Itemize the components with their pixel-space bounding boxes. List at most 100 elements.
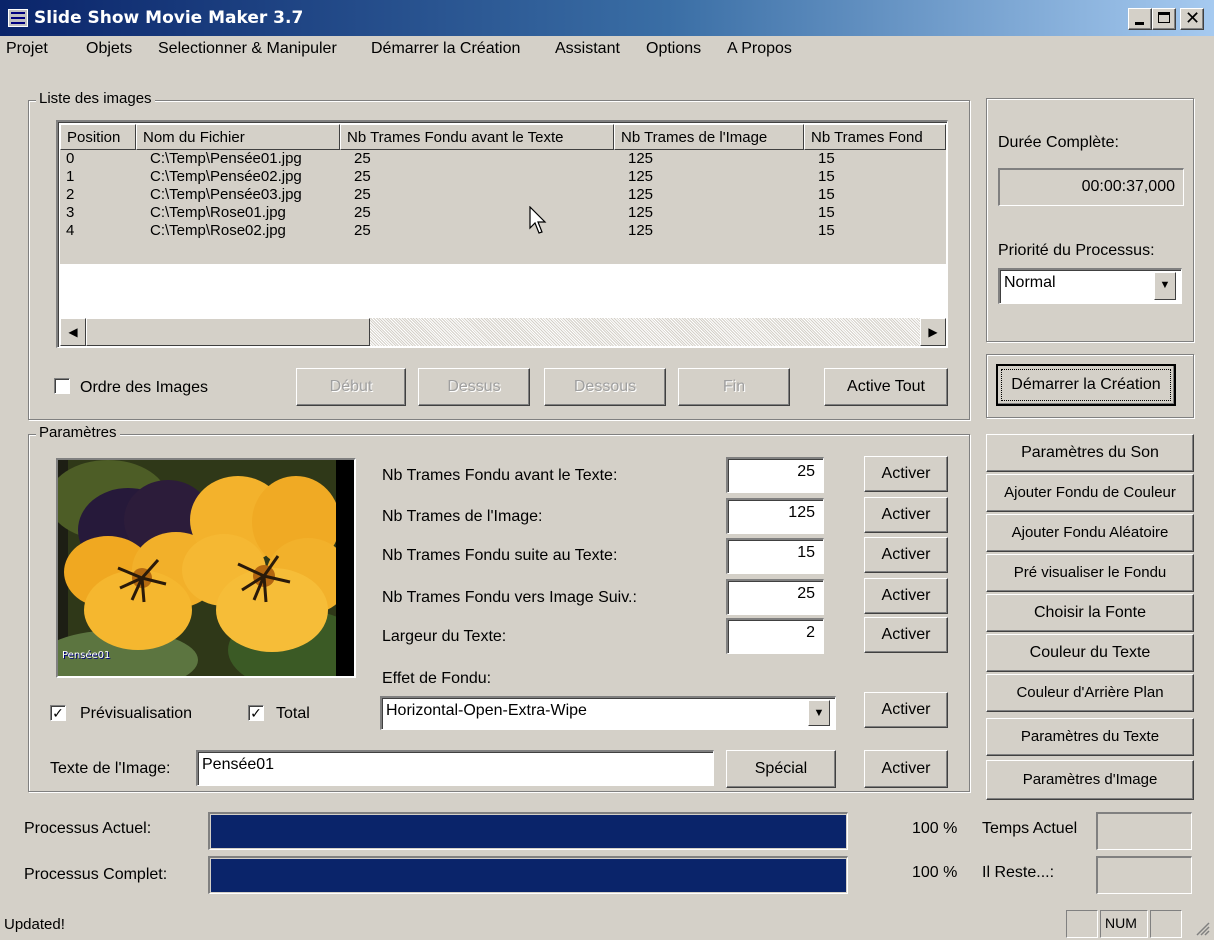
time-current-label: Temps Actuel <box>982 820 1078 837</box>
column-header-fade-after[interactable]: Nb Trames Fond <box>804 124 946 150</box>
table-row[interactable]: 3 C:\Temp\Rose01.jpg 25 125 15 <box>60 204 946 222</box>
column-header-image-frames[interactable]: Nb Trames de l'Image <box>614 124 804 150</box>
menu-selectionner[interactable]: Selectionner & Manipuler <box>158 40 337 58</box>
effect-select[interactable]: Horizontal-Open-Extra-Wipe <box>380 696 836 730</box>
fade-before-input[interactable]: 25 <box>726 457 824 493</box>
cell-image-frames: 125 <box>628 222 654 239</box>
scroll-thumb[interactable] <box>86 318 370 346</box>
title-bar[interactable]: Slide Show Movie Maker 3.7 ✕ <box>0 0 1214 36</box>
add-color-fade-button[interactable]: Ajouter Fondu de Couleur <box>986 474 1194 512</box>
cell-fade-before: 25 <box>354 222 371 239</box>
scroll-right-icon[interactable]: ▶ <box>920 318 946 346</box>
fade-next-input[interactable]: 25 <box>726 579 824 615</box>
image-frames-activate-button[interactable]: Activer <box>864 497 948 533</box>
fade-after-activate-button[interactable]: Activer <box>864 537 948 573</box>
cell-image-frames: 125 <box>628 186 654 203</box>
add-random-fade-button[interactable]: Ajouter Fondu Aléatoire <box>986 514 1194 552</box>
text-width-activate-button[interactable]: Activer <box>864 617 948 653</box>
cell-filename: C:\Temp\Pensée03.jpg <box>150 186 302 203</box>
preview-fade-button[interactable]: Pré visualiser le Fondu <box>986 554 1194 592</box>
text-width-label: Largeur du Texte: <box>382 628 507 645</box>
total-checkbox[interactable]: ✓ <box>248 705 264 721</box>
cell-image-frames: 125 <box>628 150 654 167</box>
image-text-label: Texte de l'Image: <box>50 760 171 777</box>
fin-button[interactable]: Fin <box>678 368 790 406</box>
cell-position: 4 <box>66 222 75 239</box>
preview-checkbox[interactable]: ✓ <box>50 705 66 721</box>
maximize-button[interactable] <box>1152 8 1176 30</box>
fade-after-input[interactable]: 15 <box>726 538 824 574</box>
time-remaining-label: Il Reste...: <box>982 864 1055 881</box>
priority-label: Priorité du Processus: <box>998 242 1155 259</box>
status-panel-scroll <box>1150 910 1182 938</box>
table-row[interactable]: 0 C:\Temp\Pensée01.jpg 25 125 15 <box>60 150 946 168</box>
cell-image-frames: 125 <box>628 168 654 185</box>
image-text-input[interactable]: Pensée01 <box>196 750 714 786</box>
close-button[interactable]: ✕ <box>1180 8 1204 30</box>
choose-font-button[interactable]: Choisir la Fonte <box>986 594 1194 632</box>
cell-fade-before: 25 <box>354 168 371 185</box>
app-icon[interactable] <box>8 9 28 27</box>
cell-fade-before: 25 <box>354 186 371 203</box>
resize-grip-icon[interactable] <box>1194 920 1210 936</box>
menu-options[interactable]: Options <box>646 40 701 58</box>
table-row[interactable]: 4 C:\Temp\Rose02.jpg 25 125 15 <box>60 222 946 240</box>
start-creation-button[interactable]: Démarrer la Création <box>996 364 1176 406</box>
close-icon: ✕ <box>1185 8 1201 28</box>
table-row[interactable]: 2 C:\Temp\Pensée03.jpg 25 125 15 <box>60 186 946 204</box>
scroll-left-icon[interactable]: ◀ <box>60 318 86 346</box>
text-width-input[interactable]: 2 <box>726 618 824 654</box>
fade-after-label: Nb Trames Fondu suite au Texte: <box>382 547 618 564</box>
table-row[interactable]: 1 C:\Temp\Pensée02.jpg 25 125 15 <box>60 168 946 186</box>
image-settings-button[interactable]: Paramètres d'Image <box>986 760 1194 800</box>
column-header-position[interactable]: Position <box>60 124 136 150</box>
complete-process-bar <box>208 856 848 894</box>
menu-projet[interactable]: Projet <box>6 40 48 58</box>
background-color-button[interactable]: Couleur d'Arrière Plan <box>986 674 1194 712</box>
column-header-fade-before[interactable]: Nb Trames Fondu avant le Texte <box>340 124 614 150</box>
order-images-label: Ordre des Images <box>80 379 209 396</box>
image-frames-input[interactable]: 125 <box>726 498 824 534</box>
cell-position: 2 <box>66 186 75 203</box>
chevron-down-icon[interactable]: ▼ <box>808 700 830 726</box>
fade-next-activate-button[interactable]: Activer <box>864 578 948 614</box>
effect-label: Effet de Fondu: <box>382 670 492 687</box>
cell-fade-before: 25 <box>354 150 371 167</box>
pansy-image <box>38 460 368 690</box>
horizontal-scrollbar[interactable]: ◀ ▶ <box>60 318 946 346</box>
image-list-rows: 0 C:\Temp\Pensée01.jpg 25 125 15 1 C:\Te… <box>60 150 946 264</box>
debut-button[interactable]: Début <box>296 368 406 406</box>
minimize-icon <box>1135 22 1144 25</box>
chevron-down-icon[interactable]: ▼ <box>1154 272 1176 300</box>
dessus-button[interactable]: Dessus <box>418 368 530 406</box>
menu-demarrer[interactable]: Démarrer la Création <box>371 40 520 58</box>
preview-checkbox-label: Prévisualisation <box>80 705 193 722</box>
cell-position: 0 <box>66 150 75 167</box>
parameters-legend: Paramètres <box>36 424 120 441</box>
text-color-button[interactable]: Couleur du Texte <box>986 634 1194 672</box>
image-text-activate-button[interactable]: Activer <box>864 750 948 788</box>
cell-filename: C:\Temp\Pensée02.jpg <box>150 168 302 185</box>
menu-assistant[interactable]: Assistant <box>555 40 620 58</box>
minimize-button[interactable] <box>1128 8 1152 30</box>
dessous-button[interactable]: Dessous <box>544 368 666 406</box>
menu-a-propos[interactable]: A Propos <box>727 40 792 58</box>
mouse-cursor-icon <box>529 206 547 234</box>
complete-process-label: Processus Complet: <box>24 866 168 883</box>
status-panel-num: NUM <box>1100 910 1148 938</box>
sound-settings-button[interactable]: Paramètres du Son <box>986 434 1194 472</box>
effect-value: Horizontal-Open-Extra-Wipe <box>386 702 587 719</box>
cell-fade-after: 15 <box>818 150 835 167</box>
order-images-checkbox[interactable] <box>54 378 70 394</box>
status-bar: Updated! NUM <box>0 908 1214 940</box>
time-current-value <box>1096 812 1192 850</box>
effect-activate-button[interactable]: Activer <box>864 692 948 728</box>
text-settings-button[interactable]: Paramètres du Texte <box>986 718 1194 756</box>
special-button[interactable]: Spécial <box>726 750 836 788</box>
image-preview: Pensée01 <box>38 458 368 690</box>
image-list-view[interactable]: Position Nom du Fichier Nb Trames Fondu … <box>56 120 948 348</box>
menu-objets[interactable]: Objets <box>86 40 132 58</box>
active-tout-button[interactable]: Active Tout <box>824 368 948 406</box>
fade-before-activate-button[interactable]: Activer <box>864 456 948 492</box>
column-header-filename[interactable]: Nom du Fichier <box>136 124 340 150</box>
